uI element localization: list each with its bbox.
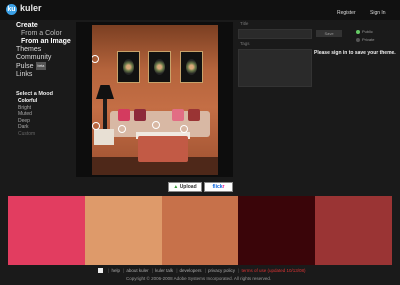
nav-from-image[interactable]: From an Image: [16, 38, 71, 46]
title-input[interactable]: [238, 29, 312, 39]
swatch-5[interactable]: [315, 196, 392, 265]
signin-message: Please sign in to save your theme.: [314, 50, 396, 56]
flickr-label-b: r: [222, 184, 225, 190]
public-radio[interactable]: Public: [356, 29, 373, 34]
nav-create[interactable]: Create: [16, 22, 71, 30]
radio-on-icon: [356, 29, 360, 34]
nav-pulse-label: Pulse: [16, 62, 34, 70]
ottoman: [138, 136, 188, 162]
swatch-2[interactable]: [84, 196, 162, 265]
nav-community[interactable]: Community: [16, 54, 71, 62]
color-picker-handle[interactable]: [92, 122, 100, 130]
footer-about[interactable]: about kuler: [126, 268, 148, 273]
footer-privacy[interactable]: privacy policy: [208, 268, 235, 273]
color-picker-handle[interactable]: [180, 125, 188, 133]
footer-links: | help | about kuler | kuler talk | develope…: [98, 268, 306, 274]
private-radio[interactable]: Private: [356, 37, 374, 42]
tags-label: Tags: [240, 41, 250, 46]
color-picker-handle[interactable]: [92, 55, 99, 63]
nav-pulse[interactable]: Pulse beta: [16, 62, 71, 71]
nav-themes[interactable]: Themes: [16, 46, 71, 54]
title-label: Title: [240, 21, 249, 26]
footer-developers[interactable]: developers: [180, 268, 202, 273]
tags-input[interactable]: [238, 49, 312, 87]
swatch-3[interactable]: [161, 196, 239, 265]
color-swatches: [8, 196, 392, 265]
left-nav: Create From a Color From an Image Themes…: [16, 22, 71, 79]
nav-from-color[interactable]: From a Color: [16, 30, 71, 38]
app-name[interactable]: kuler: [20, 3, 42, 13]
upload-label: Upload: [179, 184, 197, 190]
register-link[interactable]: Register: [337, 10, 356, 16]
color-picker-handle[interactable]: [118, 125, 126, 133]
footer-help[interactable]: help: [111, 268, 120, 273]
nav-links[interactable]: Links: [16, 71, 71, 79]
mood-option-custom[interactable]: Custom: [16, 131, 53, 138]
top-bar: ku kuler Register Sign In: [0, 0, 400, 20]
upload-button[interactable]: ▲ Upload: [168, 182, 202, 192]
adobe-logo-icon: [98, 268, 103, 274]
pillow-4: [188, 109, 200, 121]
side-table: [94, 129, 114, 145]
image-panel: [76, 22, 233, 177]
kuler-logo-icon[interactable]: ku: [6, 4, 17, 15]
pillow-3: [172, 109, 184, 121]
public-label: Public: [362, 29, 373, 34]
pillow-1: [118, 109, 130, 121]
lamp-base: [103, 99, 107, 129]
up-arrow-icon: ▲: [173, 184, 179, 190]
flickr-label-a: flick: [212, 184, 223, 190]
color-picker-handle[interactable]: [152, 121, 160, 129]
swatch-4[interactable]: [238, 196, 316, 265]
copyright: Copyright © 2006-2008 Adobe Systems Inco…: [126, 276, 272, 281]
frame-right: [180, 51, 203, 83]
source-image[interactable]: [92, 25, 218, 175]
footer-kuler-talk[interactable]: kuler talk: [155, 268, 173, 273]
lamp-shade: [96, 85, 114, 99]
signin-link[interactable]: Sign In: [370, 10, 386, 16]
radio-off-icon: [356, 37, 360, 42]
frame-left: [117, 51, 140, 83]
swatch-1[interactable]: [8, 196, 85, 265]
private-label: Private: [362, 37, 375, 42]
frame-middle: [148, 51, 171, 83]
flickr-button[interactable]: flickr: [204, 182, 233, 192]
footer-terms[interactable]: terms of use (updated 10/13/08): [241, 268, 305, 273]
save-button[interactable]: Save: [316, 30, 342, 37]
pillow-2: [134, 109, 146, 121]
beta-badge: beta: [35, 62, 47, 70]
mood-selector: Select a Mood Colorful Bright Muted Deep…: [16, 91, 53, 137]
mood-title: Select a Mood: [16, 91, 53, 97]
